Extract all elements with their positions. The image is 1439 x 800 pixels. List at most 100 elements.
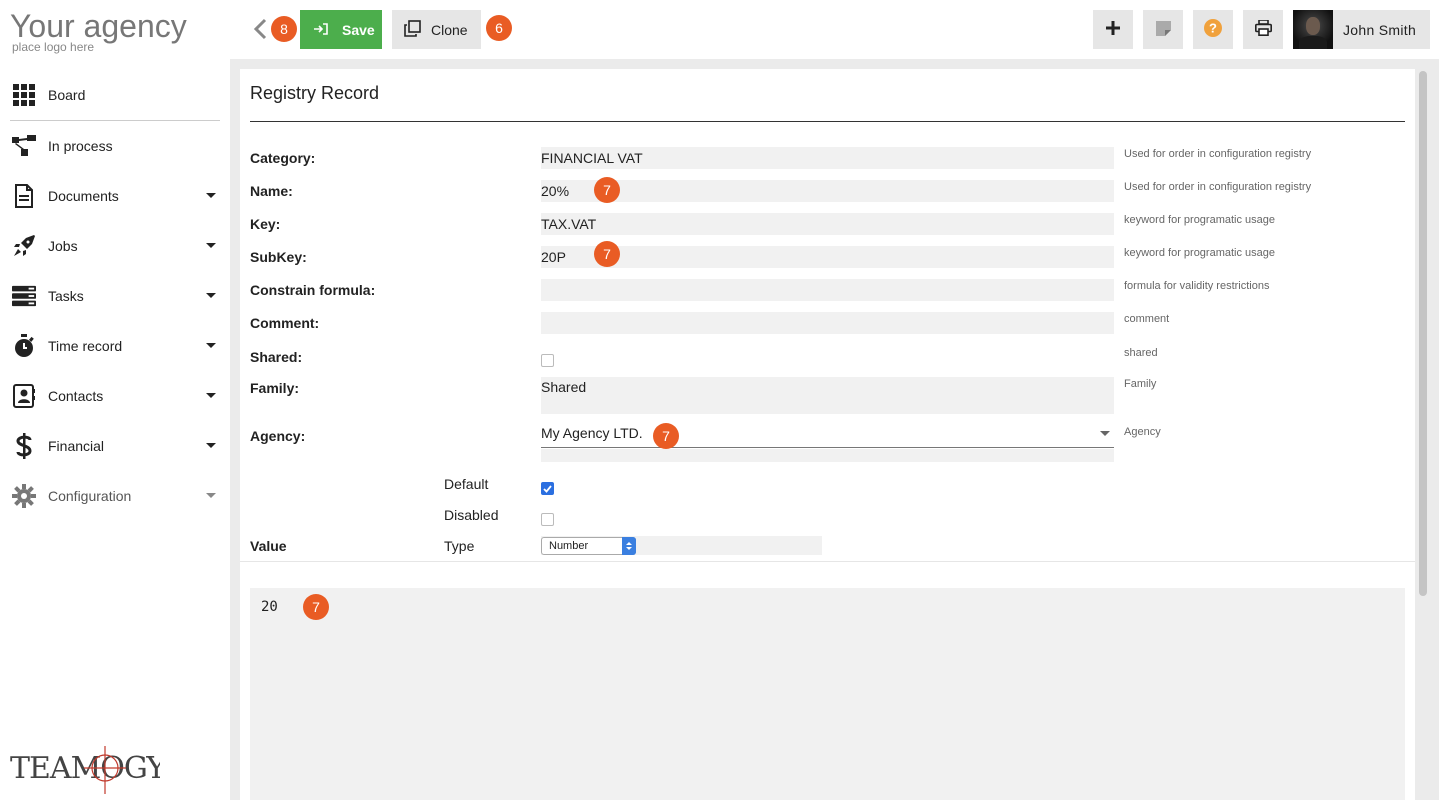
flow-icon — [12, 134, 36, 158]
sidebar-item-label: Configuration — [48, 488, 132, 504]
chevron-down-icon — [206, 443, 216, 448]
sidebar-item-label: Contacts — [48, 388, 104, 404]
family-field[interactable]: Shared — [541, 377, 1114, 414]
sidebar-item-label: Time record — [48, 338, 123, 354]
disabled-checkbox[interactable] — [541, 513, 554, 526]
select-arrows-icon — [622, 537, 636, 555]
copy-icon — [404, 19, 421, 40]
constrain-formula-label: Constrain formula: — [250, 282, 376, 298]
svg-text:?: ? — [1209, 21, 1217, 36]
sidebar-item-in-process[interactable]: In process — [0, 121, 230, 171]
category-label: Category: — [250, 150, 316, 166]
name-badge: 7 — [594, 177, 620, 203]
teamogy-logo: TEAMOGY — [10, 744, 168, 799]
sidebar-item-board[interactable]: Board — [0, 70, 230, 120]
back-arrow-icon[interactable] — [252, 17, 268, 41]
user-menu-button[interactable]: John Smith — [1293, 10, 1430, 49]
user-name: John Smith — [1343, 21, 1417, 38]
grid-icon — [12, 83, 36, 107]
agency-select[interactable]: My Agency LTD. — [541, 425, 1114, 448]
tasks-icon — [12, 284, 36, 308]
sidebar-item-label: In process — [48, 138, 113, 154]
sidebar-item-label: Tasks — [48, 288, 84, 304]
sidebar-item-financial[interactable]: Financial — [0, 421, 230, 471]
value-editor-text: 20 — [261, 599, 278, 615]
agency-field-background — [541, 449, 1114, 462]
family-label: Family: — [250, 380, 300, 396]
save-label: Save — [342, 21, 375, 38]
sign-in-icon — [314, 22, 328, 38]
sidebar-item-label: Documents — [48, 188, 119, 204]
contacts-icon — [12, 384, 36, 408]
key-label: Key: — [250, 216, 281, 232]
sidebar: Your agency place logo here Board In pro… — [0, 0, 230, 800]
agency-logo[interactable]: Your agency place logo here — [10, 10, 187, 54]
scrollbar-thumb[interactable] — [1419, 71, 1427, 596]
family-hint: Family — [1124, 378, 1157, 390]
document-icon — [12, 184, 36, 208]
sidebar-item-label: Jobs — [48, 238, 78, 254]
name-field[interactable]: 20% — [541, 180, 1114, 202]
comment-hint: comment — [1124, 313, 1170, 325]
type-select-value: Number — [549, 540, 589, 552]
shared-checkbox[interactable] — [541, 354, 554, 367]
chevron-down-icon — [206, 293, 216, 298]
agency-value: My Agency LTD. — [541, 425, 643, 441]
sidebar-item-time-record[interactable]: Time record — [0, 321, 230, 371]
shared-hint: shared — [1124, 347, 1158, 359]
back-badge: 8 — [271, 16, 297, 42]
chevron-down-icon — [206, 493, 216, 498]
sidebar-item-tasks[interactable]: Tasks — [0, 271, 230, 321]
chevron-down-icon — [206, 243, 216, 248]
top-toolbar: 8 Save Clone 6 ? John Smith — [230, 0, 1439, 59]
comment-label: Comment: — [250, 315, 320, 331]
clone-button[interactable]: Clone — [392, 10, 481, 49]
clone-label: Clone — [431, 21, 468, 38]
subkey-label: SubKey: — [250, 249, 307, 265]
chevron-down-icon — [1100, 431, 1110, 436]
sidebar-item-label: Financial — [48, 438, 105, 454]
type-select[interactable]: Number — [541, 537, 636, 555]
agency-label: Agency: — [250, 428, 306, 444]
avatar — [1293, 10, 1333, 49]
panel-scrollbar[interactable] — [1418, 69, 1428, 800]
comment-field[interactable] — [541, 312, 1114, 334]
page-title: Registry Record — [250, 83, 380, 103]
agency-hint: Agency — [1124, 426, 1161, 438]
sidebar-item-jobs[interactable]: Jobs — [0, 221, 230, 271]
sidebar-item-contacts[interactable]: Contacts — [0, 371, 230, 421]
title-divider — [250, 121, 1405, 122]
subkey-field[interactable]: 20P — [541, 246, 1114, 268]
value-editor[interactable]: 20 — [250, 588, 1405, 800]
name-hint: Used for order in configuration registry — [1124, 181, 1312, 193]
key-field[interactable]: TAX.VAT — [541, 213, 1114, 235]
note-button[interactable] — [1143, 10, 1183, 49]
chevron-down-icon — [206, 343, 216, 348]
help-icon: ? — [1204, 19, 1222, 40]
sidebar-item-label: Board — [48, 87, 86, 103]
constrain-formula-hint: formula for validity restrictions — [1124, 280, 1270, 292]
chevron-down-icon — [206, 193, 216, 198]
default-checkbox[interactable] — [541, 482, 554, 495]
sidebar-item-documents[interactable]: Documents — [0, 171, 230, 221]
default-label: Default — [444, 476, 489, 492]
help-button[interactable]: ? — [1193, 10, 1233, 49]
save-button[interactable]: Save — [300, 10, 382, 49]
registry-record-panel: Registry Record Category: FINANCIAL VAT … — [240, 69, 1415, 800]
constrain-formula-field[interactable] — [541, 279, 1114, 301]
gear-icon — [12, 484, 36, 508]
add-button[interactable] — [1093, 10, 1133, 49]
key-hint: keyword for programatic usage — [1124, 214, 1276, 226]
check-icon — [543, 484, 552, 493]
clone-badge: 6 — [486, 15, 512, 41]
subkey-hint: keyword for programatic usage — [1124, 247, 1276, 259]
category-hint: Used for order in configuration registry — [1124, 148, 1312, 160]
dollar-icon — [12, 433, 36, 459]
agency-badge: 7 — [653, 423, 679, 449]
print-icon — [1254, 19, 1272, 39]
plus-icon — [1106, 21, 1120, 38]
print-button[interactable] — [1243, 10, 1283, 49]
category-field[interactable]: FINANCIAL VAT — [541, 147, 1114, 169]
chevron-down-icon — [206, 393, 216, 398]
sidebar-item-configuration[interactable]: Configuration — [0, 471, 230, 521]
